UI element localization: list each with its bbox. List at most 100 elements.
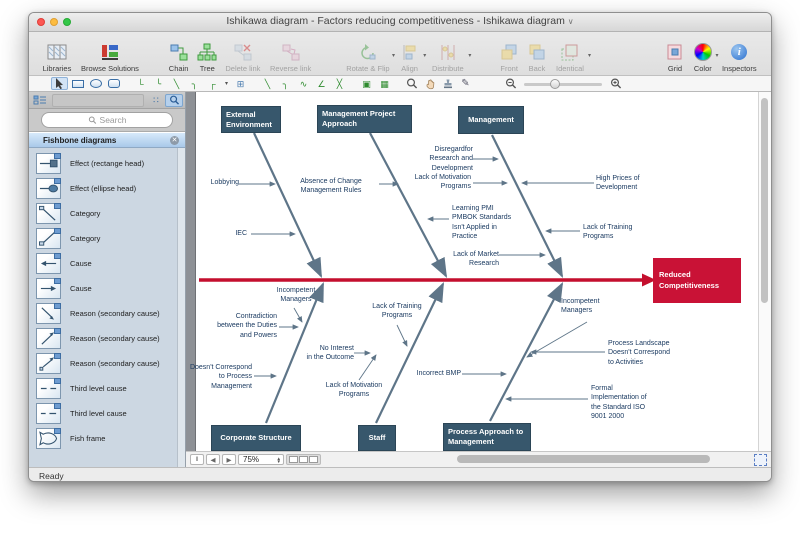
stencil-cause-right[interactable]: Cause: [29, 276, 185, 301]
vertical-scrollbar-thumb[interactable]: [761, 98, 768, 303]
cause-label-absence[interactable]: Absence of Change Management Rules: [285, 177, 377, 196]
zoom-slider[interactable]: [524, 78, 602, 90]
toolbar-button-grid[interactable]: Grid: [662, 33, 688, 73]
arc-connector-tool[interactable]: ╲: [168, 77, 185, 90]
library-panel-header[interactable]: Fishbone diagrams ✕: [29, 132, 185, 148]
stencil-cause-left[interactable]: Cause: [29, 251, 185, 276]
search-view-icon[interactable]: [165, 93, 183, 107]
stamp-tool[interactable]: [439, 77, 456, 90]
cause-label-incompetent-right[interactable]: Incompetent Managers: [561, 297, 613, 316]
library-tab-area[interactable]: [52, 93, 144, 107]
arc-tool[interactable]: ╮: [277, 77, 294, 90]
category-box-management-project-approach[interactable]: Management Project Approach: [317, 105, 412, 133]
document-menu-chevron-icon[interactable]: ∨: [568, 17, 574, 26]
direct-connector-tool[interactable]: └: [132, 77, 149, 90]
page-tab[interactable]: [309, 456, 318, 463]
bone-external-environment[interactable]: [253, 132, 322, 278]
cause-label-formal-iso[interactable]: Formal Implementation of the Standard IS…: [591, 384, 665, 422]
zoom-out-button[interactable]: [502, 77, 519, 90]
cause-label-contradiction[interactable]: Contradiction between the Duties and Pow…: [205, 312, 277, 340]
stencil-reason-2[interactable]: Reason (secondary cause): [29, 326, 185, 351]
smart-connector-tool[interactable]: ╰: [150, 77, 167, 90]
toolbar-button-rotate-flip[interactable]: Rotate & Flip ▾: [342, 33, 395, 73]
toolbar-button-delete-link[interactable]: Delete link: [220, 33, 265, 73]
pointer-tool[interactable]: [51, 77, 68, 90]
toolbar-button-identical[interactable]: Identical ▾: [550, 33, 591, 73]
category-box-management[interactable]: Management: [458, 106, 524, 134]
grid-view-icon[interactable]: ∷: [147, 94, 165, 107]
cause-label-incompetent-left[interactable]: Incompetent Managers: [269, 286, 323, 305]
vertical-scrollbar[interactable]: [758, 92, 771, 451]
toolbar-button-inspectors[interactable]: i Inspectors: [718, 33, 761, 73]
rounded-rectangle-tool[interactable]: [105, 77, 122, 90]
toolbar-button-back[interactable]: Back: [524, 33, 550, 73]
cause-label-lack-motivation-bottom[interactable]: Lack of Motivation Programs: [322, 381, 386, 400]
category-box-staff[interactable]: Staff: [358, 425, 396, 451]
new-shape-tool[interactable]: ⊞: [232, 77, 249, 90]
zoom-stepper[interactable]: ▲ ▼: [277, 456, 281, 464]
toolbar-button-chain[interactable]: Chain: [163, 33, 194, 73]
stencil-effect-rectangle-head[interactable]: Effect (rectange head): [29, 151, 185, 176]
zoom-in-button[interactable]: [607, 77, 624, 90]
page-tab[interactable]: [289, 456, 298, 463]
drawing-canvas[interactable]: External Environment Management Project …: [186, 92, 771, 451]
cause-label-no-interest[interactable]: No Interest in the Outcome: [302, 344, 354, 363]
next-page-button[interactable]: ▶: [222, 454, 236, 465]
stencil-third-level-2[interactable]: Third level cause: [29, 401, 185, 426]
pan-hand-tool[interactable]: [421, 77, 438, 90]
cause-label-lack-motivation-top[interactable]: Lack of Motivation Programs: [411, 173, 471, 192]
toolbar-button-distribute[interactable]: Distribute ▾: [425, 33, 471, 73]
page-list-button[interactable]: ‖: [190, 454, 204, 465]
cause-label-learning-pmi[interactable]: Learning PMI PMBOK Standards Isn't Appli…: [452, 204, 516, 242]
stencil-effect-ellipse-head[interactable]: Effect (ellipse head): [29, 176, 185, 201]
connector-dropdown-caret[interactable]: ▾: [222, 77, 231, 90]
cause-label-doesnt-correspond[interactable]: Doesn't Correspond to Process Management: [186, 363, 252, 391]
cause-label-lobbying[interactable]: Lobbying: [199, 178, 239, 187]
toolbar-button-tree[interactable]: Tree: [194, 33, 220, 73]
spline-tool[interactable]: ∿: [295, 77, 312, 90]
stencil-reason-1[interactable]: Reason (secondary cause): [29, 301, 185, 326]
cause-label-lack-training-top[interactable]: Lack of Training Programs: [583, 223, 641, 242]
bone-process-approach[interactable]: [489, 282, 564, 422]
toolbar-button-libraries[interactable]: Libraries: [37, 33, 77, 73]
group-tool[interactable]: ▣: [358, 77, 375, 90]
category-box-process-approach[interactable]: Process Approach to Management: [443, 423, 531, 451]
cause-label-lack-training-bottom[interactable]: Lack of Training Programs: [367, 302, 427, 321]
cause-arrow[interactable]: [396, 324, 408, 347]
sidebar-scrollbar[interactable]: [177, 148, 185, 467]
page-tab[interactable]: [299, 456, 308, 463]
cause-label-iec[interactable]: IEC: [219, 229, 247, 238]
zoom-level-field[interactable]: 75% ▲ ▼: [238, 454, 284, 465]
stencil-reason-3[interactable]: Reason (secondary cause): [29, 351, 185, 376]
page-tabs[interactable]: [286, 454, 321, 465]
distribute-dropdown-caret[interactable]: ▾: [468, 53, 471, 59]
toolbar-button-align[interactable]: Align ▾: [394, 33, 426, 73]
stencil-category-down[interactable]: Category: [29, 201, 185, 226]
freeform-tool[interactable]: ╳: [331, 77, 348, 90]
cause-label-high-prices[interactable]: High Prices of Development: [596, 174, 650, 193]
page-setup-corner-icon[interactable]: [754, 453, 767, 466]
line-tool[interactable]: ╲: [259, 77, 276, 90]
rectangle-tool[interactable]: [69, 77, 86, 90]
cause-label-incorrect-bmp[interactable]: Incorrect BMP: [409, 369, 461, 378]
toolbar-button-browse-solutions[interactable]: Browse Solutions: [77, 33, 143, 73]
library-panel-icon[interactable]: [31, 94, 49, 107]
polyline-tool[interactable]: ∠: [313, 77, 330, 90]
stencil-fish-frame[interactable]: Fish frame: [29, 426, 185, 451]
cause-label-disregard[interactable]: Disregardfor Research and Development: [417, 145, 473, 173]
identical-dropdown-caret[interactable]: ▾: [588, 53, 591, 59]
category-box-corporate-structure[interactable]: Corporate Structure: [211, 425, 301, 451]
cause-label-process-landscape[interactable]: Process Landscape Doesn't Correspond to …: [608, 339, 680, 367]
zoom-slider-thumb[interactable]: [550, 78, 560, 89]
stencil-third-level-1[interactable]: Third level cause: [29, 376, 185, 401]
category-box-external-environment[interactable]: External Environment: [221, 106, 281, 133]
zoom-tool[interactable]: [403, 77, 420, 90]
toolbar-button-reverse-link[interactable]: Reverse link: [265, 33, 315, 73]
ellipse-tool[interactable]: [87, 77, 104, 90]
effect-box-reduced-competitiveness[interactable]: Reduced Competitiveness: [653, 258, 741, 303]
cause-arrow[interactable]: [293, 307, 303, 323]
previous-page-button[interactable]: ◀: [206, 454, 220, 465]
ungroup-tool[interactable]: ▦: [376, 77, 393, 90]
horizontal-scrollbar-thumb[interactable]: [457, 455, 710, 463]
horizontal-scrollbar[interactable]: [329, 454, 748, 465]
